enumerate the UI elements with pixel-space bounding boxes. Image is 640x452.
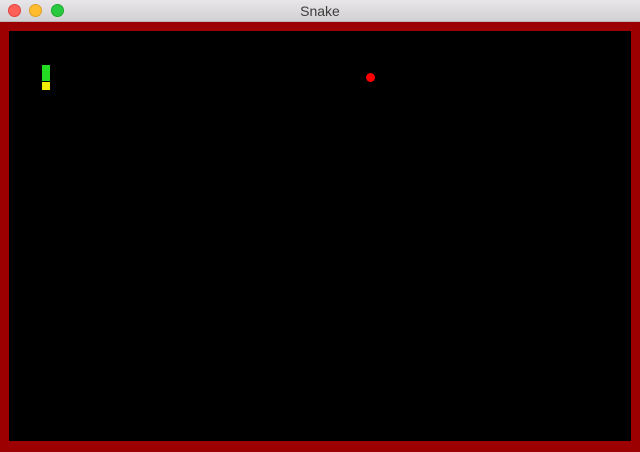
game-border <box>0 22 640 452</box>
window-title: Snake <box>300 3 340 19</box>
snake-body-segment <box>42 73 50 81</box>
snake-body-segment <box>42 65 50 73</box>
food-pellet <box>366 73 375 82</box>
game-window: Snake <box>0 0 640 452</box>
game-field[interactable] <box>9 31 631 441</box>
snake-head <box>42 82 50 90</box>
title-bar[interactable]: Snake <box>0 0 640 22</box>
